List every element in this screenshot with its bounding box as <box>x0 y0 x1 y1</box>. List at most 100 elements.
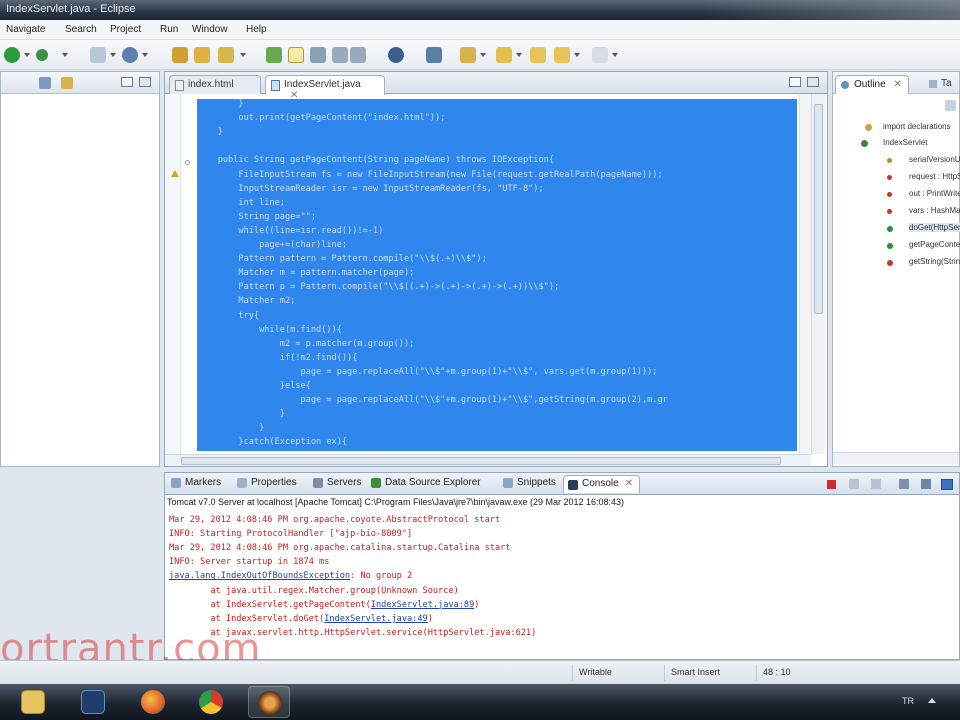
html-file-icon <box>175 80 184 91</box>
tab-markers[interactable]: Markers <box>171 477 221 488</box>
check-icon[interactable] <box>310 47 326 63</box>
source-link[interactable]: IndexServlet.java:89 <box>371 600 474 610</box>
pin-icon[interactable] <box>460 47 476 63</box>
outline-item[interactable]: request : HttpServletRequest <box>909 172 960 181</box>
forward-icon[interactable] <box>554 47 570 63</box>
scrollbar-thumb[interactable] <box>814 104 823 314</box>
private-field-icon <box>887 192 892 197</box>
data-source-icon <box>371 478 381 488</box>
new-icon[interactable] <box>90 47 106 63</box>
menu-run[interactable]: Run <box>160 24 178 35</box>
code-line: }catch(Exception ex){ <box>197 437 348 448</box>
pin-console-icon[interactable] <box>921 479 931 489</box>
outline-item[interactable]: doGet(HttpServletRequest, HttpServletRes… <box>909 223 960 232</box>
taskbar-eclipse[interactable] <box>248 686 290 718</box>
forward-dropdown-icon[interactable] <box>574 53 580 57</box>
close-icon[interactable]: ✕ <box>625 478 633 489</box>
title-bar: IndexServlet.java - Eclipse <box>0 0 960 20</box>
remove-all-icon[interactable] <box>871 479 881 489</box>
tab-console[interactable]: Console ✕ <box>563 475 641 493</box>
code-line: page = page.replaceAll("\\$"+m.group(1)+… <box>197 395 668 406</box>
console-line: INFO: Starting ProtocolHandler ["ajp-bio… <box>169 529 413 540</box>
back-icon[interactable] <box>530 47 546 63</box>
edit-icon[interactable] <box>332 47 348 63</box>
menu-project[interactable]: Project <box>110 24 141 35</box>
annotation-icon[interactable] <box>266 47 282 63</box>
search-dropdown-icon[interactable] <box>240 53 246 57</box>
taskbar-file-explorer[interactable] <box>12 686 54 718</box>
source-link[interactable]: IndexServlet.java:49 <box>324 614 427 624</box>
globe-icon[interactable] <box>388 47 404 63</box>
minimize-icon[interactable] <box>121 77 133 87</box>
minimize-icon[interactable] <box>789 77 801 87</box>
editor-tab-bar: index.html IndexServlet.java ✕ <box>165 72 827 101</box>
collapse-all-icon[interactable] <box>39 77 51 89</box>
scroll-lock-icon[interactable] <box>899 479 909 489</box>
debug-dropdown-icon[interactable] <box>62 53 68 57</box>
history-icon[interactable] <box>592 47 608 63</box>
display-console-icon[interactable] <box>941 479 953 490</box>
outline-item[interactable]: serialVersionUID <box>909 155 960 164</box>
menu-search[interactable]: Search <box>65 24 97 35</box>
debug-icon[interactable] <box>36 49 48 61</box>
tab-snippets[interactable]: Snippets <box>503 477 556 488</box>
new-dropdown-icon[interactable] <box>110 53 116 57</box>
tab-task-list[interactable]: Ta <box>927 75 958 94</box>
terminate-icon[interactable] <box>827 480 836 489</box>
outline-item[interactable]: getString(String) <box>909 257 960 266</box>
taskbar-firefox[interactable] <box>132 686 174 718</box>
tab-outline[interactable]: Outline ✕ <box>835 75 909 94</box>
run-dropdown-icon[interactable] <box>24 53 30 57</box>
toggle-mark-icon[interactable] <box>288 47 304 63</box>
horizontal-scrollbar[interactable] <box>165 454 811 466</box>
close-icon[interactable]: ✕ <box>893 79 901 90</box>
outline-item[interactable]: IndexServlet <box>883 138 960 147</box>
tab-servers[interactable]: Servers <box>313 477 361 488</box>
open-type-dropdown-icon[interactable] <box>142 53 148 57</box>
next-annotation-dropdown-icon[interactable] <box>516 53 522 57</box>
outline-item[interactable]: out : PrintWriter <box>909 189 960 198</box>
format-icon[interactable] <box>350 47 366 63</box>
scrollbar-thumb[interactable] <box>181 457 781 465</box>
menu-help[interactable]: Help <box>246 24 267 35</box>
maximize-icon[interactable] <box>139 77 151 87</box>
code-line: while((line=isr.read())!=-1) <box>197 225 384 236</box>
taskbar-photoshop[interactable] <box>72 686 114 718</box>
taskbar-chrome[interactable] <box>190 686 232 718</box>
show-hidden-icons-icon[interactable] <box>928 698 936 703</box>
fold-icon[interactable] <box>185 160 190 165</box>
history-dropdown-icon[interactable] <box>612 53 618 57</box>
outline-item[interactable]: getPageContent(String) <box>909 240 960 249</box>
sort-icon[interactable] <box>945 100 956 111</box>
remove-launch-icon[interactable] <box>849 479 859 489</box>
code-line: Pattern p = Pattern.compile("\\$((.+)->(… <box>197 282 560 293</box>
pin-dropdown-icon[interactable] <box>480 53 486 57</box>
warning-icon[interactable] <box>171 170 179 177</box>
outline-item[interactable]: vars : HashMap <box>909 206 960 215</box>
tab-data-source-explorer[interactable]: Data Source Explorer <box>371 477 481 488</box>
maximize-icon[interactable] <box>807 77 819 87</box>
menu-navigate[interactable]: Navigate <box>6 24 45 35</box>
vertical-scrollbar[interactable] <box>811 94 825 454</box>
folder-icon[interactable] <box>194 47 210 63</box>
code-line: int line; <box>197 197 285 208</box>
tab-label: Data Source Explorer <box>385 477 481 488</box>
outline-item[interactable]: import declarations <box>883 122 960 131</box>
exception-link[interactable]: java.lang.IndexOutOfBoundsException <box>169 571 350 581</box>
language-indicator[interactable]: TR <box>902 696 914 706</box>
run-icon[interactable] <box>4 47 20 63</box>
open-type-icon[interactable] <box>122 47 138 63</box>
code-line: }else{ <box>197 381 311 391</box>
horizontal-scrollbar[interactable] <box>833 452 959 464</box>
search-icon[interactable] <box>218 47 234 63</box>
tab-properties[interactable]: Properties <box>237 477 297 488</box>
package-icon[interactable] <box>172 47 188 63</box>
menu-window[interactable]: Window <box>192 24 228 35</box>
private-field-icon <box>887 209 892 214</box>
tab-index-html[interactable]: index.html <box>169 75 261 94</box>
tab-indexservlet-java[interactable]: IndexServlet.java ✕ <box>265 75 385 101</box>
structure-icon[interactable] <box>426 47 442 63</box>
link-editor-icon[interactable] <box>61 77 73 89</box>
code-selection[interactable]: } out.print(getPageContent("index.html")… <box>197 99 797 451</box>
next-annotation-icon[interactable] <box>496 47 512 63</box>
